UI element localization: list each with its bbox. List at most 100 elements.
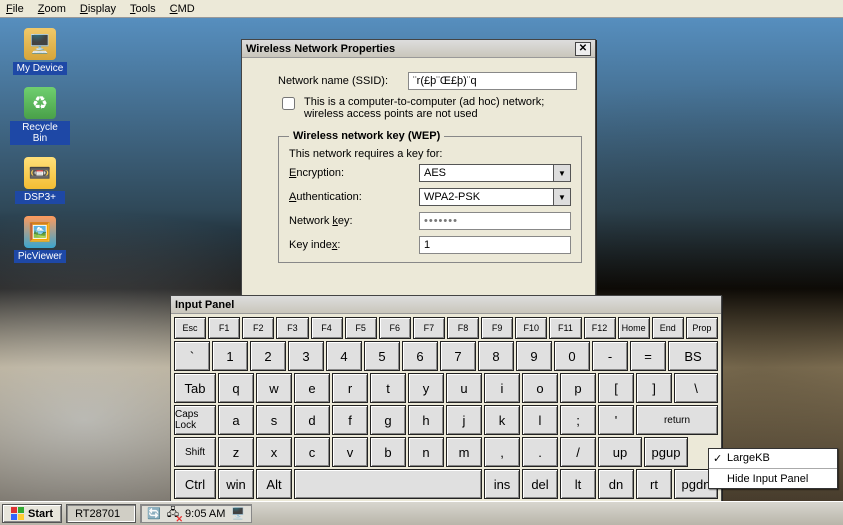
key-alt[interactable]: Alt (256, 469, 292, 499)
screen-rotation-icon[interactable]: 🔄 (147, 507, 161, 520)
key-f11[interactable]: F11 (549, 317, 581, 339)
key-return[interactable]: return (636, 405, 718, 435)
key-w[interactable]: w (256, 373, 292, 403)
key-z[interactable]: z (218, 437, 254, 467)
key-[interactable]: ] (636, 373, 672, 403)
key-l[interactable]: l (522, 405, 558, 435)
key-9[interactable]: 9 (516, 341, 552, 371)
key-[interactable]: ` (174, 341, 210, 371)
key-bs[interactable]: BS (668, 341, 718, 371)
task-rt28701[interactable]: RT28701 (66, 504, 136, 523)
key-prop[interactable]: Prop (686, 317, 718, 339)
key-y[interactable]: y (408, 373, 444, 403)
key-capslock[interactable]: Caps Lock (174, 405, 216, 435)
key-2[interactable]: 2 (250, 341, 286, 371)
icon-picviewer[interactable]: 🖼️ PicViewer (10, 216, 70, 263)
key-lt[interactable]: lt (560, 469, 596, 499)
titlebar[interactable]: Wireless Network Properties ✕ (242, 40, 595, 58)
key-dn[interactable]: dn (598, 469, 634, 499)
key-7[interactable]: 7 (440, 341, 476, 371)
titlebar[interactable]: Input Panel (171, 296, 721, 314)
auth-select[interactable]: WPA2-PSK (419, 188, 571, 206)
key-3[interactable]: 3 (288, 341, 324, 371)
key-g[interactable]: g (370, 405, 406, 435)
key-f5[interactable]: F5 (345, 317, 377, 339)
key-up[interactable]: up (598, 437, 642, 467)
key-t[interactable]: t (370, 373, 406, 403)
key-f12[interactable]: F12 (584, 317, 616, 339)
key-8[interactable]: 8 (478, 341, 514, 371)
icon-my-device[interactable]: 🖥️ My Device (10, 28, 70, 75)
key-f[interactable]: f (332, 405, 368, 435)
menu-hide-input-panel[interactable]: Hide Input Panel (709, 470, 837, 488)
key-f8[interactable]: F8 (447, 317, 479, 339)
key-f7[interactable]: F7 (413, 317, 445, 339)
start-button[interactable]: Start (2, 504, 62, 523)
key-win[interactable]: win (218, 469, 254, 499)
key-p[interactable]: p (560, 373, 596, 403)
menu-cmd[interactable]: CMD (170, 3, 195, 15)
encryption-select[interactable]: AES (419, 164, 571, 182)
key-q[interactable]: q (218, 373, 254, 403)
desktop-icon[interactable]: 🖥️ (231, 507, 245, 520)
key-f6[interactable]: F6 (379, 317, 411, 339)
key-end[interactable]: End (652, 317, 684, 339)
menu-file[interactable]: File (6, 3, 24, 15)
key-s[interactable]: s (256, 405, 292, 435)
key-0[interactable]: 0 (554, 341, 590, 371)
key-[interactable]: , (484, 437, 520, 467)
key-d[interactable]: d (294, 405, 330, 435)
key-f2[interactable]: F2 (242, 317, 274, 339)
key-[interactable]: - (592, 341, 628, 371)
key-ins[interactable]: ins (484, 469, 520, 499)
key-f1[interactable]: F1 (208, 317, 240, 339)
key-shift[interactable]: Shift (174, 437, 216, 467)
key-home[interactable]: Home (618, 317, 650, 339)
key-f3[interactable]: F3 (276, 317, 308, 339)
key-n[interactable]: n (408, 437, 444, 467)
network-disconnected-icon[interactable]: 🖧 (167, 504, 179, 523)
key-5[interactable]: 5 (364, 341, 400, 371)
icon-recycle-bin[interactable]: ♻ Recycle Bin (10, 87, 70, 145)
key-space[interactable] (294, 469, 482, 499)
menu-tools[interactable]: Tools (130, 3, 156, 15)
key-r[interactable]: r (332, 373, 368, 403)
key-c[interactable]: c (294, 437, 330, 467)
key-j[interactable]: j (446, 405, 482, 435)
key-pgup[interactable]: pgup (644, 437, 688, 467)
key-[interactable]: ; (560, 405, 596, 435)
key-b[interactable]: b (370, 437, 406, 467)
key-[interactable]: ' (598, 405, 634, 435)
key-[interactable]: / (560, 437, 596, 467)
key-tab[interactable]: Tab (174, 373, 216, 403)
close-button[interactable]: ✕ (575, 42, 591, 56)
menu-largekb[interactable]: LargeKB (709, 449, 837, 467)
key-del[interactable]: del (522, 469, 558, 499)
key-h[interactable]: h (408, 405, 444, 435)
key-[interactable]: = (630, 341, 666, 371)
adhoc-checkbox[interactable] (282, 97, 295, 110)
key-x[interactable]: x (256, 437, 292, 467)
key-a[interactable]: a (218, 405, 254, 435)
key-6[interactable]: 6 (402, 341, 438, 371)
ssid-input[interactable] (408, 72, 577, 90)
key-u[interactable]: u (446, 373, 482, 403)
key-esc[interactable]: Esc (174, 317, 206, 339)
clock[interactable]: 9:05 AM (185, 508, 225, 520)
keyidx-input[interactable] (419, 236, 571, 254)
key-e[interactable]: e (294, 373, 330, 403)
key-[interactable]: \ (674, 373, 718, 403)
key-m[interactable]: m (446, 437, 482, 467)
key-o[interactable]: o (522, 373, 558, 403)
key-f10[interactable]: F10 (515, 317, 547, 339)
key-1[interactable]: 1 (212, 341, 248, 371)
key-[interactable]: . (522, 437, 558, 467)
menu-zoom[interactable]: Zoom (38, 3, 66, 15)
key-f9[interactable]: F9 (481, 317, 513, 339)
key-f4[interactable]: F4 (311, 317, 343, 339)
key-i[interactable]: i (484, 373, 520, 403)
netkey-input[interactable] (419, 212, 571, 230)
key-4[interactable]: 4 (326, 341, 362, 371)
key-v[interactable]: v (332, 437, 368, 467)
key-ctrl[interactable]: Ctrl (174, 469, 216, 499)
